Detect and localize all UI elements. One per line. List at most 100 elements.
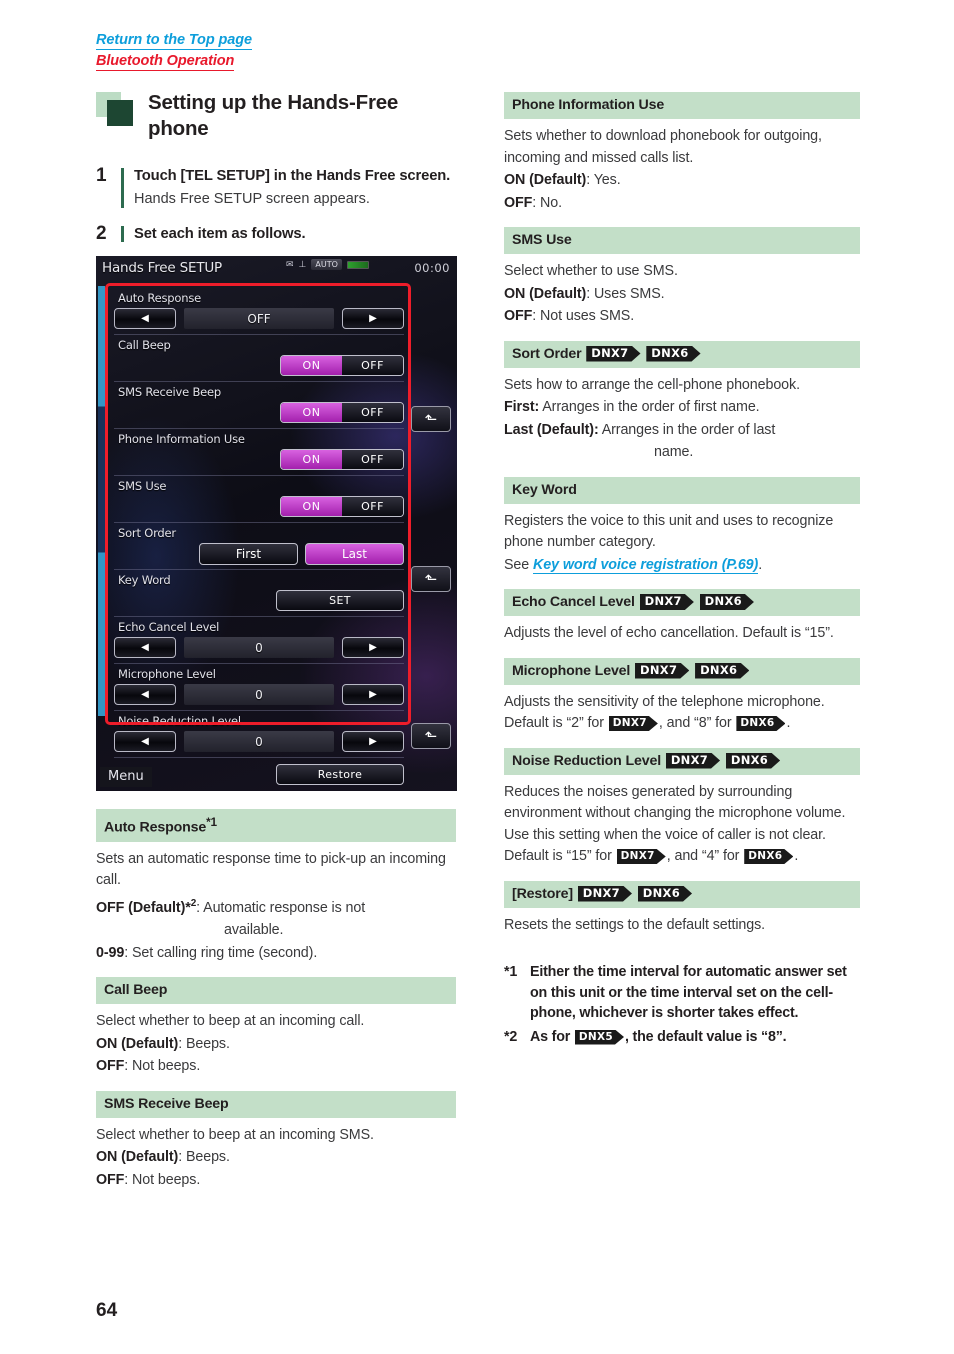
device-row-label: Call Beep — [118, 338, 171, 352]
option-desc: : Uses SMS. — [586, 285, 665, 302]
option-desc: : Beeps. — [178, 1149, 230, 1165]
option-desc: : Beeps. — [178, 1035, 230, 1052]
step-1-number: 1 — [96, 165, 107, 186]
body-line: ON (Default): Uses SMS. — [504, 284, 860, 306]
sort-order-last-button[interactable]: Last — [305, 542, 404, 565]
body-line: OFF: No. — [504, 193, 860, 215]
noise-reduction-decrease-button[interactable]: ◀ — [114, 731, 176, 752]
option-desc: : Set calling ring time (second). — [124, 944, 318, 961]
back-arrow-icon-middle[interactable]: ⬑ — [411, 566, 451, 592]
step-1-title: Touch [TEL SETUP] in the Hands Free scre… — [134, 168, 451, 184]
auto-response-increase-button[interactable]: ▶ — [342, 308, 404, 329]
body-text-part: . — [786, 715, 791, 731]
back-glyph: ⬑ — [424, 410, 438, 428]
option-desc: : Not beeps. — [124, 1058, 201, 1074]
step-2-bar — [121, 226, 124, 242]
dnx7-badge-icon: DNX7 — [617, 849, 666, 864]
sms-use-toggle[interactable]: ON OFF — [280, 496, 404, 517]
page-number: 64 — [96, 1300, 118, 1321]
call-beep-off-button[interactable]: OFF — [342, 356, 403, 375]
body-line: See Key word voice registration (P.69). — [504, 555, 860, 577]
device-scrollbar[interactable] — [98, 286, 105, 716]
sms-receive-beep-off-button[interactable]: OFF — [342, 403, 403, 422]
dnx7-badge-icon: DNX7 — [635, 663, 689, 679]
section-title: Noise Reduction Level — [512, 752, 662, 769]
sms-use-off-button[interactable]: OFF — [342, 497, 403, 516]
section-header-call-beep: Call Beep — [96, 977, 456, 1004]
step-2: 2 Set each item as follows. — [96, 223, 456, 244]
key-word-set-button[interactable]: SET — [276, 590, 404, 611]
device-row-label: SMS Receive Beep — [118, 385, 221, 399]
device-row-label: Auto Response — [118, 291, 201, 305]
section-header-sort-order: Sort Order DNX7 DNX6 — [504, 340, 860, 368]
microphone-level-decrease-button[interactable]: ◀ — [114, 684, 176, 705]
noise-reduction-increase-button[interactable]: ▶ — [342, 731, 404, 752]
key-word-voice-registration-link[interactable]: Key word voice registration (P.69) — [533, 556, 759, 574]
body-line: Select whether to beep at an incoming SM… — [96, 1126, 374, 1143]
restore-button[interactable]: Restore — [276, 763, 404, 785]
microphone-level-increase-button[interactable]: ▶ — [342, 684, 404, 705]
device-row-sms-use: SMS Use ON OFF — [114, 476, 404, 523]
step-2-title: Set each item as follows. — [134, 226, 306, 242]
option-label: ON (Default) — [504, 172, 587, 188]
call-beep-toggle[interactable]: ON OFF — [280, 355, 404, 376]
left-column: Setting up the Hands-Free phone 1 Touch … — [96, 88, 457, 1192]
right-column: Phone Information Use Sets whether to do… — [504, 92, 860, 1050]
device-title: Hands Free SETUP — [102, 260, 222, 276]
device-menu-button[interactable]: Menu — [100, 767, 152, 787]
section-header-noise-reduction-level: Noise Reduction Level DNX7 DNX6 — [504, 747, 860, 775]
option-label: OFF (Default)*2 — [96, 897, 197, 916]
return-to-top-link[interactable]: Return to the Top page — [96, 30, 252, 51]
return-to-top-label: Return to the Top page — [96, 32, 252, 50]
body-text-part: , and “4” for — [666, 848, 744, 864]
body-line: Last (Default): Arranges in the order of… — [504, 420, 860, 442]
left-arrow-icon: ◀ — [141, 736, 149, 747]
call-beep-on-button[interactable]: ON — [281, 356, 342, 375]
dnx7-badge-icon: DNX7 — [578, 886, 632, 902]
auto-response-value: OFF — [184, 308, 334, 329]
back-arrow-icon-bottom[interactable]: ⬑ — [411, 723, 451, 749]
right-arrow-icon: ▶ — [369, 689, 377, 700]
body-line: Adjusts the level of echo cancellation. … — [504, 625, 834, 641]
sms-receive-beep-toggle[interactable]: ON OFF — [280, 402, 404, 423]
section-header-echo-cancel-level: Echo Cancel Level DNX7 DNX6 — [504, 589, 860, 616]
option-label: First: — [504, 399, 540, 415]
footnote-2-suffix: , the default value is “8”. — [625, 1028, 787, 1045]
dnx7-badge-icon: DNX7 — [666, 753, 720, 769]
left-arrow-icon: ◀ — [141, 642, 149, 653]
phone-information-use-off-button[interactable]: OFF — [342, 450, 403, 469]
device-row-auto-response: Auto Response ◀ OFF ▶ — [114, 288, 404, 335]
dnx5-badge-icon: DNX5 — [575, 1030, 624, 1045]
body-line: ON (Default): Yes. — [504, 170, 860, 192]
bluetooth-operation-label: Bluetooth Operation — [96, 53, 235, 71]
device-row-label: Sort Order — [118, 526, 176, 540]
back-glyph: ⬑ — [424, 727, 438, 745]
phone-information-use-toggle[interactable]: ON OFF — [280, 449, 404, 470]
breadcrumb-links: Return to the Top page Bluetooth Operati… — [96, 30, 252, 72]
bluetooth-operation-link[interactable]: Bluetooth Operation — [96, 51, 252, 72]
body-line: OFF (Default)*2: Automatic response is n… — [96, 893, 456, 919]
option-label: ON (Default) — [96, 1149, 179, 1165]
left-arrow-icon: ◀ — [141, 689, 149, 700]
auto-response-decrease-button[interactable]: ◀ — [114, 308, 176, 329]
sort-order-first-button[interactable]: First — [199, 542, 298, 565]
section-title: Microphone Level — [512, 662, 631, 679]
device-row-label: Phone Information Use — [118, 432, 245, 446]
sms-receive-beep-on-button[interactable]: ON — [281, 403, 342, 422]
echo-cancel-value: 0 — [184, 637, 334, 658]
body-line: OFF: Not uses SMS. — [504, 306, 860, 328]
section-body-sort-order: Sets how to arrange the cell-phone phone… — [504, 375, 860, 464]
footnote-1-text: Either the time interval for automatic a… — [530, 964, 847, 1021]
back-arrow-icon-top[interactable]: ⬑ — [411, 406, 451, 432]
device-row-phone-information-use: Phone Information Use ON OFF — [114, 429, 404, 476]
section-body-sms-receive-beep: Select whether to beep at an incoming SM… — [96, 1125, 456, 1192]
echo-cancel-decrease-button[interactable]: ◀ — [114, 637, 176, 658]
link-label: Key word voice registration (P.69) — [533, 556, 759, 574]
section-header-microphone-level: Microphone Level DNX7 DNX6 — [504, 657, 860, 685]
section-body-sms-use: Select whether to use SMS. ON (Default):… — [504, 261, 860, 328]
dnx6-badge-icon: DNX6 — [646, 346, 700, 362]
phone-information-use-on-button[interactable]: ON — [281, 450, 342, 469]
sms-use-on-button[interactable]: ON — [281, 497, 342, 516]
echo-cancel-increase-button[interactable]: ▶ — [342, 637, 404, 658]
dnx6-badge-icon: DNX6 — [700, 594, 754, 610]
